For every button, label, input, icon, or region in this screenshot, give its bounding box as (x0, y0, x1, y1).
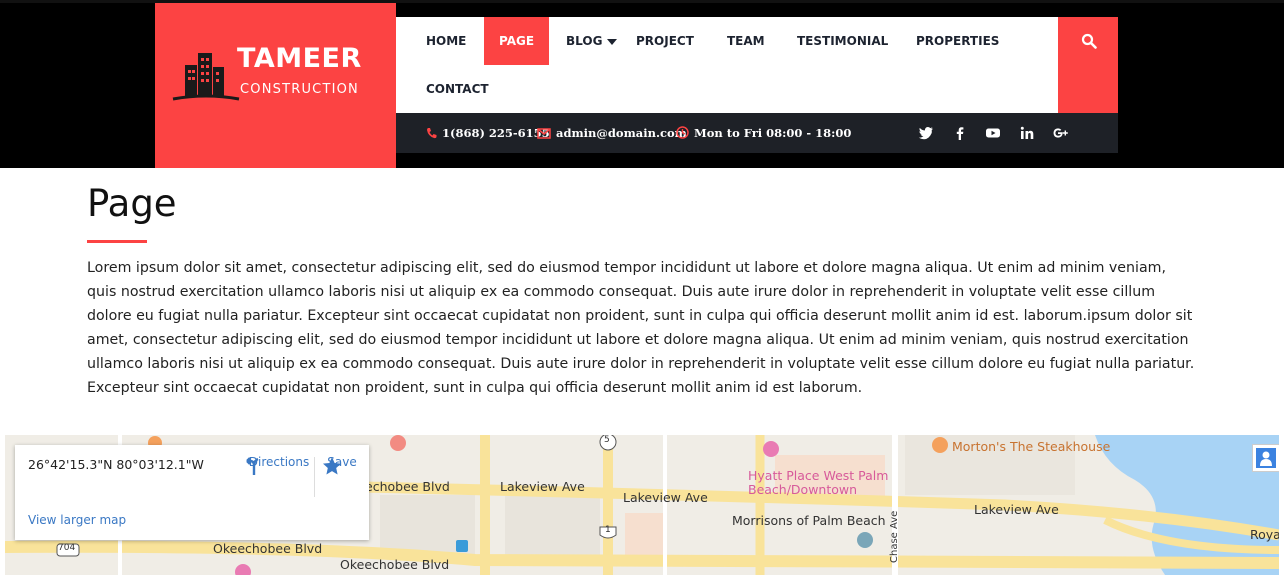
nav-item-home[interactable]: HOME (411, 17, 481, 65)
map-label-royal: Roya (1250, 527, 1279, 542)
youtube-icon[interactable] (985, 125, 1001, 141)
map-label-mortons[interactable]: Morton's The Steakhouse (952, 439, 1110, 454)
nav-item-project[interactable]: PROJECT (621, 17, 709, 65)
search-icon (1081, 33, 1097, 49)
directions-button[interactable]: Directions (243, 455, 315, 475)
nav-item-testimonial[interactable]: TESTIMONIAL (782, 17, 903, 65)
directions-icon (246, 457, 259, 475)
title-underline (87, 240, 147, 243)
map-label-okeechobee: echobee Blvd (365, 479, 450, 494)
map-label-chase: Chase Ave (889, 510, 900, 563)
building-logo-icon (172, 53, 240, 101)
nav-item-properties[interactable]: PROPERTIES (901, 17, 1014, 65)
logo-subtitle: CONSTRUCTION (240, 82, 359, 97)
envelope-icon (537, 128, 551, 139)
linkedin-icon[interactable] (1019, 125, 1035, 141)
nav-item-page[interactable]: PAGE (484, 17, 550, 65)
save-button[interactable]: Save (321, 455, 363, 475)
phone-text: 1(868) 225-6155 (442, 126, 550, 140)
map-coordinates: 26°42'15.3"N 80°03'12.1"W (28, 457, 204, 472)
street-view-button[interactable] (1252, 444, 1279, 472)
hours-info: Mon to Fri 08:00 - 18:00 (676, 113, 851, 153)
map-label-lakeview: Lakeview Ave (500, 479, 585, 494)
site-header: TAMEER CONSTRUCTION HOME PAGE BLOG PROJE… (0, 0, 1284, 168)
star-icon (323, 457, 341, 475)
map-label-okeechobee: Okeechobee Blvd (340, 557, 450, 572)
card-divider (314, 457, 315, 497)
contact-info-bar: 1(868) 225-6155 admin@domain.com Mon to … (396, 113, 1118, 153)
hours-text: Mon to Fri 08:00 - 18:00 (694, 126, 852, 140)
chevron-down-icon (607, 38, 618, 45)
route-1-label: 1 (605, 525, 611, 535)
view-larger-map-link[interactable]: View larger map (28, 513, 126, 527)
embedded-map[interactable]: echobee Blvd Lakeview Ave Lakeview Ave L… (5, 435, 1279, 575)
facebook-icon[interactable] (952, 125, 968, 141)
search-button[interactable] (1058, 17, 1118, 113)
map-label-okeechobee: Okeechobee Blvd (213, 541, 323, 556)
map-info-card: 26°42'15.3"N 80°03'12.1"W Directions Sav… (15, 445, 369, 540)
logo-title: TAMEER (237, 43, 362, 74)
map-label-lakeview: Lakeview Ave (974, 502, 1059, 517)
map-label-morrisons[interactable]: Morrisons of Palm Beach (732, 513, 886, 528)
nav-item-blog-label: BLOG (566, 34, 603, 48)
route-5-label: 5 (604, 435, 610, 445)
page-title: Page (87, 182, 177, 225)
route-704-label: 704 (58, 543, 76, 553)
clock-icon (676, 126, 689, 139)
page-body-text: Lorem ipsum dolor sit amet, consectetur … (87, 260, 1195, 396)
email-text: admin@domain.com (556, 126, 687, 140)
nav-item-team[interactable]: TEAM (712, 17, 780, 65)
person-icon (1256, 448, 1276, 468)
nav-item-contact[interactable]: CONTACT (411, 65, 504, 113)
main-nav: HOME PAGE BLOG PROJECT TEAM TESTIMONIAL … (396, 17, 1058, 113)
email-info[interactable]: admin@domain.com (537, 113, 687, 153)
map-label-lakeview: Lakeview Ave (623, 490, 708, 505)
twitter-icon[interactable] (918, 125, 934, 141)
phone-icon (427, 128, 437, 139)
google-plus-icon[interactable] (1052, 125, 1070, 141)
logo[interactable]: TAMEER CONSTRUCTION (155, 3, 396, 168)
phone-info[interactable]: 1(868) 225-6155 (426, 113, 550, 153)
map-label-hyatt[interactable]: Hyatt Place West Palm Beach/Downtown (748, 469, 898, 497)
